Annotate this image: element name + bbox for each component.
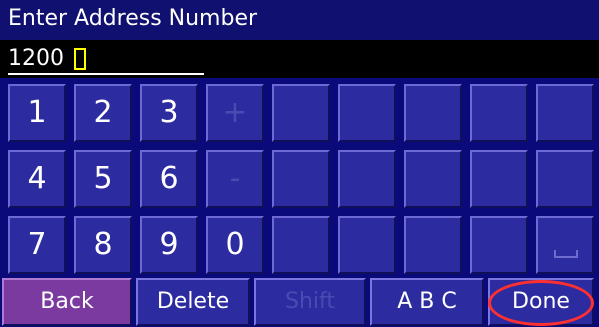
done-button[interactable]: Done (488, 278, 594, 326)
action-bar: Back Delete Shift A B C Done (0, 277, 599, 327)
key-blank[interactable] (404, 216, 462, 274)
key-6[interactable]: 6 (140, 150, 198, 208)
key-blank[interactable] (470, 216, 528, 274)
key-blank[interactable] (338, 150, 396, 208)
key-5[interactable]: 5 (74, 150, 132, 208)
key-0[interactable]: 0 (206, 216, 264, 274)
delete-button[interactable]: Delete (136, 278, 250, 326)
key-space[interactable] (536, 216, 594, 274)
key-plus[interactable]: + (206, 84, 264, 142)
key-blank[interactable] (404, 150, 462, 208)
abc-button[interactable]: A B C (370, 278, 484, 326)
key-blank[interactable] (272, 84, 330, 142)
key-blank[interactable] (338, 84, 396, 142)
keypad: 1 2 3 + 4 5 6 - 7 8 9 0 (0, 80, 599, 276)
shift-button[interactable]: Shift (254, 278, 366, 326)
key-blank[interactable] (404, 84, 462, 142)
page-title: Enter Address Number (8, 6, 258, 31)
address-number-value: 1200 (8, 46, 64, 71)
key-9[interactable]: 9 (140, 216, 198, 274)
address-number-field[interactable]: 1200 (0, 40, 599, 78)
back-button[interactable]: Back (2, 278, 132, 326)
key-blank[interactable] (272, 150, 330, 208)
key-blank[interactable] (470, 150, 528, 208)
key-3[interactable]: 3 (140, 84, 198, 142)
key-blank[interactable] (338, 216, 396, 274)
header-bar: Enter Address Number (0, 0, 599, 40)
key-minus[interactable]: - (206, 150, 264, 208)
key-4[interactable]: 4 (8, 150, 66, 208)
key-blank[interactable] (536, 84, 594, 142)
key-2[interactable]: 2 (74, 84, 132, 142)
input-underline (8, 73, 204, 75)
text-cursor (74, 48, 86, 70)
key-8[interactable]: 8 (74, 216, 132, 274)
key-7[interactable]: 7 (8, 216, 66, 274)
key-1[interactable]: 1 (8, 84, 66, 142)
key-blank[interactable] (272, 216, 330, 274)
space-icon (554, 250, 578, 258)
key-blank[interactable] (470, 84, 528, 142)
key-blank[interactable] (536, 150, 594, 208)
